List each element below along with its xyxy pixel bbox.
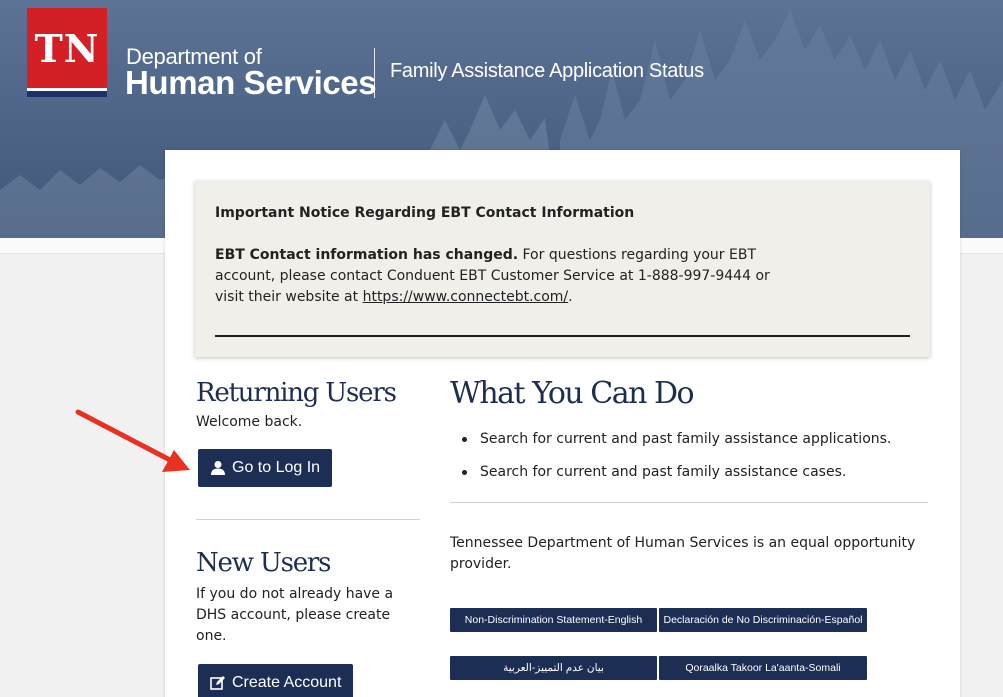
list-item: Search for current and past family assis… [450, 462, 928, 483]
info-column: What You Can Do Search for current and p… [450, 376, 928, 575]
logo-stripe-blue [27, 91, 107, 97]
capabilities-list: Search for current and past family assis… [450, 429, 928, 483]
column-divider [196, 519, 420, 520]
logo-text: TN [34, 26, 100, 71]
login-button[interactable]: Go to Log In [198, 449, 333, 487]
create-account-label: Create Account [232, 674, 342, 691]
list-item: Search for current and past family assis… [450, 429, 928, 450]
notice-body: EBT Contact information has changed. For… [215, 245, 795, 308]
app-title: Family Assistance Application Status [390, 60, 704, 82]
what-you-can-do-heading: What You Can Do [450, 376, 695, 411]
main-card: Important Notice Regarding EBT Contact I… [165, 150, 960, 697]
user-icon [211, 461, 225, 475]
non-discrimination-english-button[interactable]: Non-Discrimination Statement-English [450, 608, 657, 632]
non-discrimination-somali-button[interactable]: Qoraalka Takoor La'aanta-Somali [659, 656, 867, 680]
edit-icon [210, 676, 225, 690]
notice-end: . [568, 289, 573, 305]
new-users-text: If you do not already have a DHS account… [196, 586, 394, 644]
header-divider [374, 48, 375, 98]
ebt-notice: Important Notice Regarding EBT Contact I… [195, 181, 930, 357]
create-account-button[interactable]: Create Account [198, 664, 354, 697]
equal-opportunity-text: Tennessee Department of Human Services i… [450, 535, 916, 572]
notice-bold-lead: EBT Contact information has changed. [215, 247, 519, 263]
right-divider [450, 502, 928, 503]
non-discrimination-arabic-button[interactable]: بيان عدم التمييز-العربية [450, 656, 657, 680]
dept-name-line2: Human Services [125, 64, 377, 101]
returning-users-heading: Returning Users [196, 378, 397, 408]
new-users-heading: New Users [196, 548, 331, 578]
annotation-arrow-icon [75, 409, 190, 472]
tn-logo[interactable]: TN [27, 8, 107, 97]
welcome-text: Welcome back. [196, 414, 303, 430]
notice-rule [215, 335, 910, 337]
notice-title: Important Notice Regarding EBT Contact I… [215, 205, 635, 221]
users-column: Returning Users Welcome back. Go to Log … [196, 376, 420, 697]
non-discrimination-spanish-button[interactable]: Declaración de No Discriminación-Español [659, 608, 867, 632]
login-label: Go to Log In [232, 459, 321, 476]
connectebt-link[interactable]: https://www.connectebt.com/ [363, 289, 569, 305]
